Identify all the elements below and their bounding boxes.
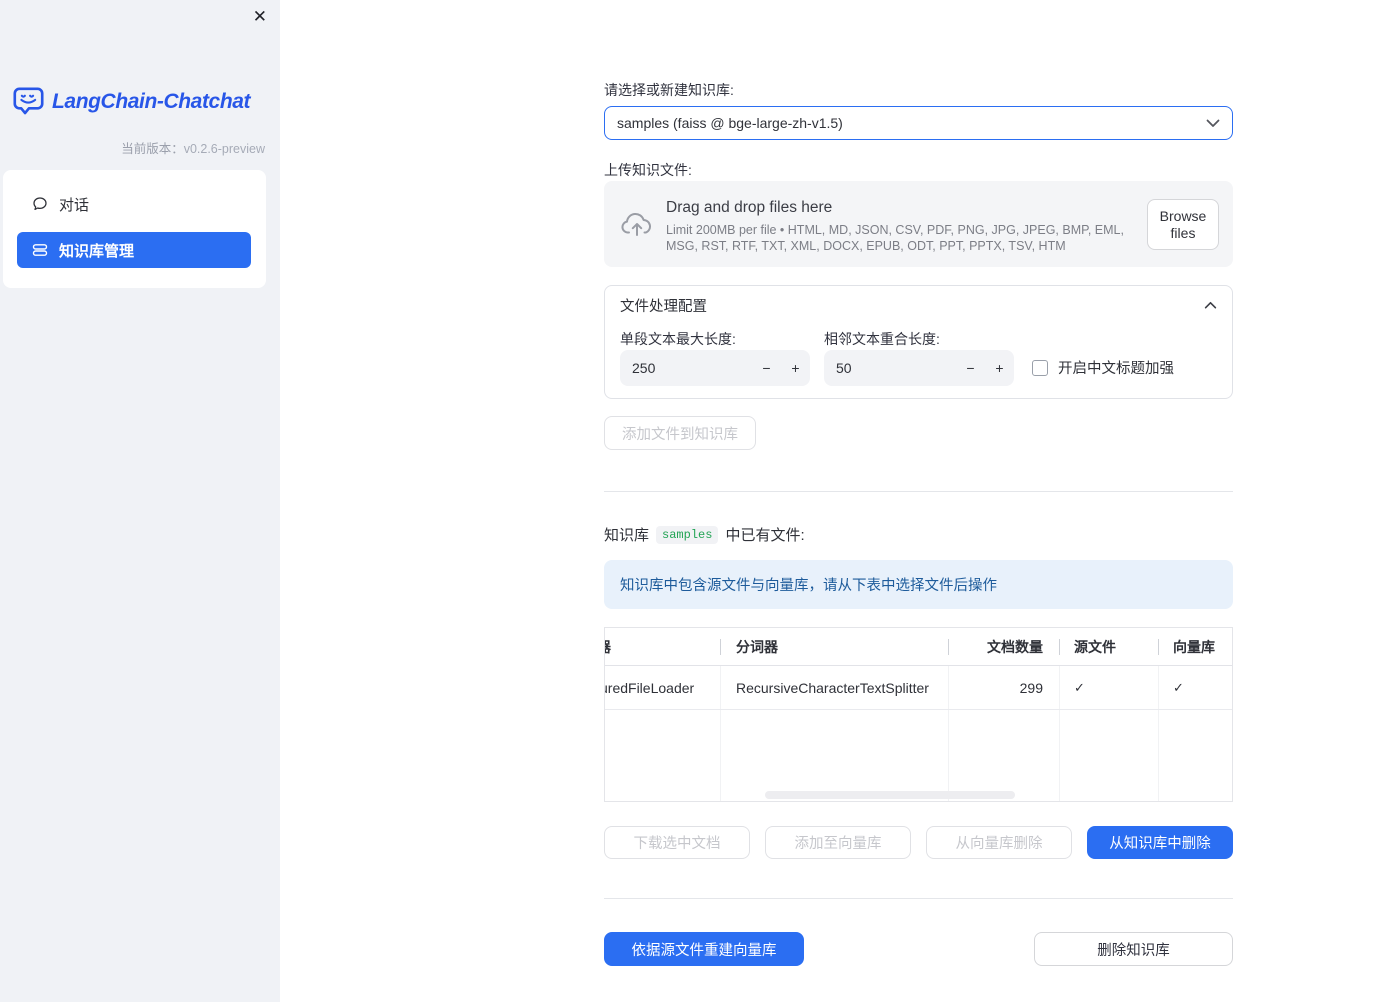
sidebar-item-label: 对话 <box>59 196 90 214</box>
kb-select-value: samples (faiss @ bge-large-zh-v1.5) <box>617 115 843 131</box>
logo-chat-smiley-icon <box>13 87 44 115</box>
kb-files-heading: 知识库 samples 中已有文件: <box>604 524 805 545</box>
kb-files-table[interactable]: 器 分词器 文档数量 源文件 向量库 uredFileLoader Recurs… <box>604 627 1233 802</box>
chevron-down-icon <box>1206 119 1220 127</box>
header-loader: 器 <box>605 637 611 657</box>
dropzone-limit-text: Limit 200MB per file • HTML, MD, JSON, C… <box>666 223 1124 253</box>
zh-title-enhance-label: 开启中文标题加强 <box>1058 361 1174 377</box>
info-text: 知识库中包含源文件与向量库，请从下表中选择文件后操作 <box>620 578 997 594</box>
stacked-bars-icon <box>32 244 48 256</box>
cell-doc-count: 299 <box>1019 679 1043 696</box>
delete-from-vectorstore-button[interactable]: 从向量库删除 <box>926 826 1072 859</box>
divider <box>604 491 1233 492</box>
content-column: 请选择或新建知识库: samples (faiss @ bge-large-zh… <box>604 0 1233 1002</box>
overlap-size-value: 50 <box>836 360 852 376</box>
zh-title-enhance-checkbox[interactable] <box>1032 359 1048 376</box>
kb-files-suffix: 中已有文件: <box>725 527 805 544</box>
cell-splitter: RecursiveCharacterTextSplitter <box>736 679 929 696</box>
minus-button[interactable]: − <box>956 360 985 376</box>
expander-header[interactable]: 文件处理配置 <box>605 286 1232 324</box>
dropzone-title: Drag and drop files here <box>666 199 833 216</box>
upload-label: 上传知识文件: <box>604 162 692 178</box>
logo-text: LangChain-Chatchat <box>52 90 251 113</box>
delete-from-kb-button[interactable]: 从知识库中删除 <box>1087 826 1233 859</box>
chunk-size-input[interactable]: 250 − + <box>620 350 810 386</box>
cell-loader: uredFileLoader <box>605 679 695 696</box>
kb-name-code: samples <box>656 525 719 544</box>
header-source-file: 源文件 <box>1074 638 1116 655</box>
rebuild-vectorstore-button[interactable]: 依据源文件重建向量库 <box>604 932 804 966</box>
close-sidebar-button[interactable]: ✕ <box>253 6 267 28</box>
divider <box>604 898 1233 899</box>
sidebar-item-label: 知识库管理 <box>59 242 135 260</box>
chunk-size-value: 250 <box>632 360 656 376</box>
check-icon: ✓ <box>1074 679 1085 695</box>
app-logo: LangChain-Chatchat <box>12 86 251 118</box>
plus-button[interactable]: + <box>985 360 1014 376</box>
header-doc-count: 文档数量 <box>987 638 1043 655</box>
check-icon: ✓ <box>1173 679 1184 695</box>
chevron-up-icon <box>1204 301 1217 309</box>
version-label: 当前版本： <box>121 142 184 156</box>
overlap-size-input[interactable]: 50 − + <box>824 350 1014 386</box>
header-vector-store: 向量库 <box>1173 638 1215 655</box>
overlap-size-label: 相邻文本重合长度: <box>824 331 940 347</box>
add-to-vectorstore-button[interactable]: 添加至向量库 <box>765 826 911 859</box>
browse-files-button[interactable]: Browse files <box>1147 199 1219 250</box>
kb-files-prefix: 知识库 <box>604 527 650 544</box>
add-files-to-kb-button[interactable]: 添加文件到知识库 <box>604 416 756 450</box>
file-config-expander: 文件处理配置 单段文本最大长度: 相邻文本重合长度: 250 − + 50 − … <box>604 285 1233 399</box>
sidebar-item-kb-management[interactable]: 知识库管理 <box>17 232 251 268</box>
version-value: v0.2.6-preview <box>183 142 265 156</box>
plus-button[interactable]: + <box>781 360 810 376</box>
download-selected-button[interactable]: 下载选中文档 <box>604 826 750 859</box>
table-row[interactable]: uredFileLoader RecursiveCharacterTextSpl… <box>605 666 1232 710</box>
kb-select[interactable]: samples (faiss @ bge-large-zh-v1.5) <box>604 106 1233 140</box>
delete-kb-button[interactable]: 删除知识库 <box>1034 932 1233 966</box>
app-root: ✕ LangChain-Chatchat 当前版本：v0.2.6-preview… <box>0 0 1380 1002</box>
kb-select-label: 请选择或新建知识库: <box>604 82 734 98</box>
close-icon: ✕ <box>252 7 267 26</box>
cloud-upload-icon <box>621 212 651 236</box>
header-splitter: 分词器 <box>736 638 778 655</box>
sidebar-menu: 对话 知识库管理 <box>3 170 266 288</box>
sidebar-item-chat[interactable]: 对话 <box>17 186 251 222</box>
horizontal-scrollbar-thumb[interactable] <box>765 791 1015 799</box>
zh-title-enhance-row: 开启中文标题加强 <box>1032 357 1174 378</box>
chunk-size-label: 单段文本最大长度: <box>620 331 736 347</box>
info-banner: 知识库中包含源文件与向量库，请从下表中选择文件后操作 <box>604 560 1233 609</box>
minus-button[interactable]: − <box>752 360 781 376</box>
version-text: 当前版本：v0.2.6-preview <box>121 138 265 157</box>
expander-title: 文件处理配置 <box>620 298 707 315</box>
chat-bubble-icon <box>33 197 47 211</box>
file-dropzone[interactable]: Drag and drop files here Limit 200MB per… <box>604 181 1233 267</box>
table-header-row: 器 分词器 文档数量 源文件 向量库 <box>605 628 1232 666</box>
sidebar: ✕ LangChain-Chatchat 当前版本：v0.2.6-preview… <box>0 0 280 1002</box>
file-actions-row: 下载选中文档 添加至向量库 从向量库删除 从知识库中删除 <box>604 826 1233 859</box>
